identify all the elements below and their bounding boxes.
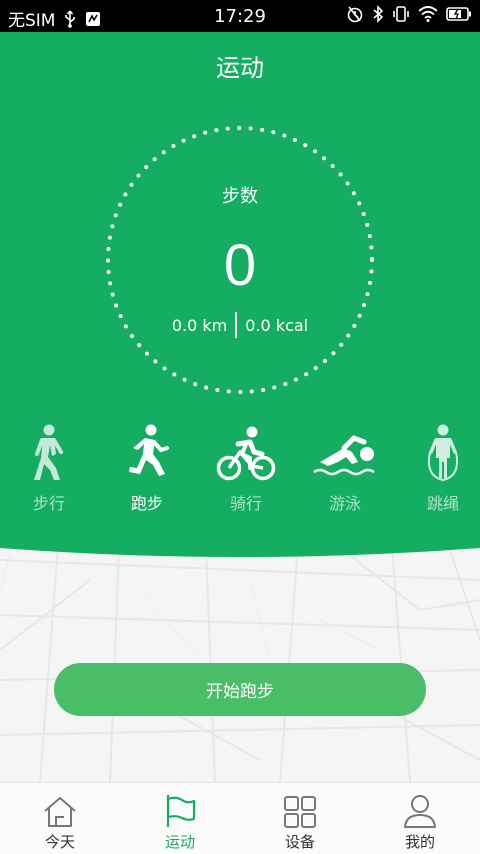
start-running-button[interactable]: 开始跑步 [54, 663, 426, 716]
header-curve [0, 518, 480, 557]
page-title: 运动 [216, 54, 264, 82]
tab-mine-label: 我的 [404, 833, 435, 851]
mode-walk[interactable]: 步行 [4, 424, 94, 514]
status-bar: 无SIM 17:29 [0, 0, 480, 32]
tab-today[interactable]: 今天 [0, 783, 120, 854]
bike-icon [216, 426, 276, 481]
tab-sport[interactable]: 运动 [120, 783, 240, 854]
stats-row: 0.0 km 0.0 kcal [0, 312, 480, 338]
tab-today-label: 今天 [44, 833, 75, 851]
activity-header: 运动 步数 0 0.0 km 0.0 kcal 步行 跑步 骑行 游泳 跳绳 [0, 32, 480, 536]
mode-run[interactable]: 跑步 [102, 424, 192, 514]
swim-icon [313, 435, 375, 476]
mode-jump-rope[interactable]: 跳绳 [398, 424, 480, 514]
alarm-icon [346, 5, 364, 23]
run-icon [129, 424, 169, 476]
tab-device[interactable]: 设备 [240, 783, 360, 854]
flag-icon [166, 795, 196, 827]
battery-icon [446, 7, 472, 21]
steps-label: 步数 [222, 186, 258, 207]
stats-divider [235, 312, 238, 338]
home-icon [44, 797, 76, 827]
sport-modes: 步行 跑步 骑行 游泳 跳绳 [0, 424, 480, 514]
tab-sport-label: 运动 [164, 833, 195, 851]
walk-icon [34, 424, 63, 480]
calories-value: 0.0 kcal [245, 315, 309, 335]
mode-bike[interactable]: 骑行 [201, 424, 291, 514]
distance-value: 0.0 km [171, 315, 228, 335]
steps-value: 0 [223, 233, 257, 298]
bottom-tab-bar: 今天 运动 设备 我的 [0, 782, 480, 854]
grid-icon [284, 796, 316, 828]
bluetooth-icon [372, 5, 384, 23]
vibrate-icon [392, 5, 410, 23]
wifi-icon [418, 6, 438, 22]
tab-device-label: 设备 [284, 833, 315, 851]
tab-mine[interactable]: 我的 [360, 783, 480, 854]
user-icon [404, 795, 436, 828]
mode-swim[interactable]: 游泳 [300, 424, 390, 514]
jump-rope-icon [427, 424, 459, 482]
